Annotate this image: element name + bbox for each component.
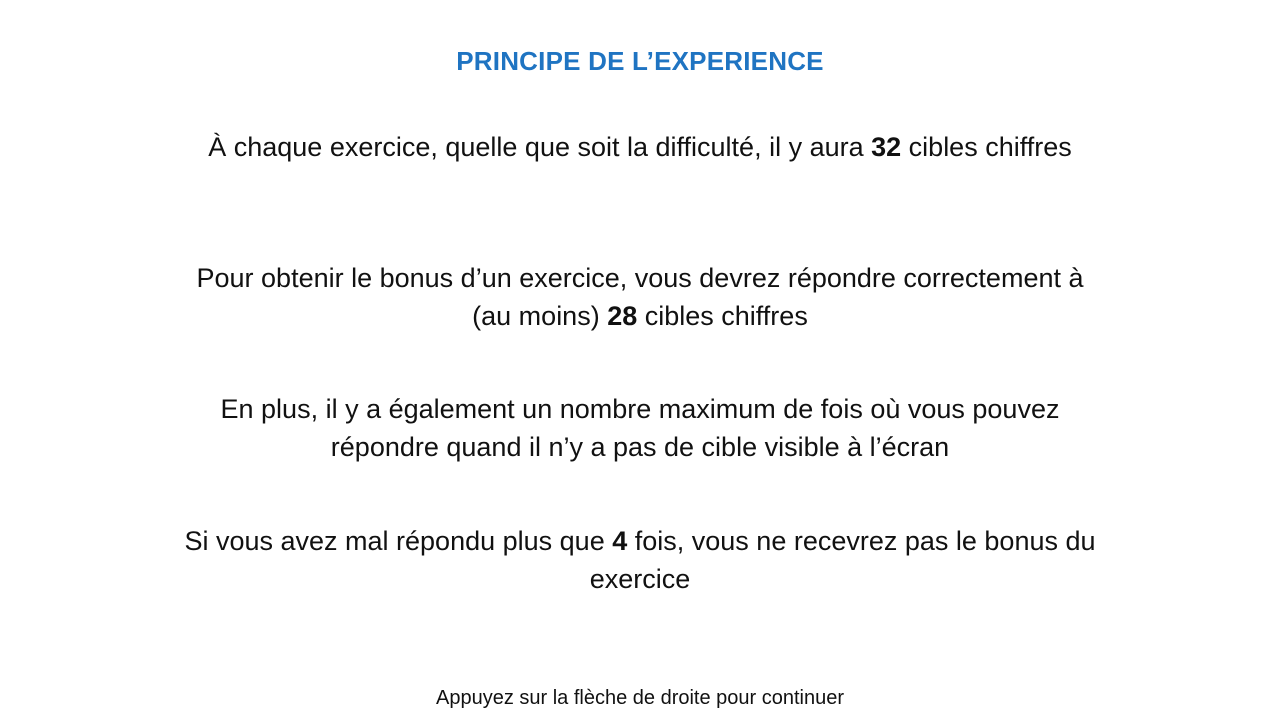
rule-bonus-threshold: Pour obtenir le bonus d’un exercice, vou… [180,259,1100,335]
slide-title: PRINCIPE DE L’EXPERIENCE [456,46,824,76]
rule-text: cibles chiffres [901,132,1072,162]
rule-text: À chaque exercice, quelle que soit la di… [208,132,872,162]
rule-text: En plus, il y a également un nombre maxi… [220,394,1060,462]
target-count-value: 32 [871,132,902,162]
continue-instruction: Appuyez sur la flèche de droite pour con… [435,687,845,709]
rule-error-limit: Si vous avez mal répondu plus que 4 fois… [180,522,1100,598]
rule-targets-count: À chaque exercice, quelle que soit la di… [180,128,1100,166]
rule-text: Si vous avez mal répondu plus que [184,526,613,556]
rule-false-responses: En plus, il y a également un nombre maxi… [180,390,1100,466]
error-limit-value: 4 [612,526,628,556]
rule-text: cibles chiffres [637,301,808,331]
rule-text: fois, vous ne recevrez pas le bonus du e… [589,526,1096,594]
bonus-threshold-value: 28 [607,301,638,331]
